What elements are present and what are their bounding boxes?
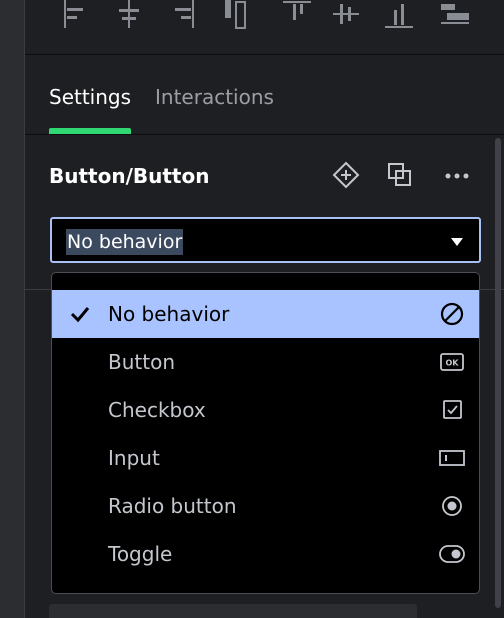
design-panel: Settings Interactions Button/Button No b… [24,0,504,618]
behavior-option-input[interactable]: Input [52,434,479,482]
align-right-icon[interactable] [167,0,199,32]
active-tab-indicator [49,128,131,134]
checkbox-icon [443,400,462,419]
panel-tabs: Settings Interactions [25,56,504,135]
align-left-icon[interactable] [59,0,91,32]
tab-interactions[interactable]: Interactions [155,85,274,109]
component-title: Button/Button [49,164,210,188]
checkmark-icon [70,307,90,323]
no-behavior-icon [440,302,464,326]
option-label: Button [108,350,175,374]
tab-settings[interactable]: Settings [49,85,131,109]
svg-text:OK: OK [446,359,460,368]
detach-icon[interactable] [385,160,415,190]
panel-scrollbar[interactable] [495,138,501,608]
collapsed-section [49,604,417,618]
behavior-select[interactable]: No behavior [50,217,481,263]
toggle-icon [439,545,465,563]
align-top-icon[interactable] [283,0,315,32]
chevron-down-icon [451,238,463,246]
more-icon[interactable] [443,160,473,190]
behavior-option-no-behavior[interactable]: No behavior [52,290,479,338]
option-label: Checkbox [108,398,206,422]
align-vertical-center-icon[interactable] [331,0,363,32]
radio-icon [442,496,462,516]
option-label: Toggle [108,542,173,566]
align-horizontal-center-icon[interactable] [113,0,145,32]
distribute-horizontal-icon[interactable] [221,0,253,32]
behavior-option-toggle[interactable]: Toggle [52,530,479,578]
option-label: No behavior [108,302,230,326]
canvas-edge [0,0,24,618]
distribute-vertical-icon[interactable] [439,0,471,32]
align-bottom-icon[interactable] [383,0,415,32]
button-ok-icon: OK [440,353,464,371]
behavior-select-value: No behavior [66,229,184,255]
behavior-option-radio-button[interactable]: Radio button [52,482,479,530]
input-icon [439,450,465,466]
behavior-dropdown: No behavior Button OK Checkbox Input Rad… [51,272,480,594]
align-toolbar [25,0,504,55]
option-label: Radio button [108,494,237,518]
component-icon[interactable] [331,160,361,190]
option-label: Input [108,446,160,470]
behavior-option-button[interactable]: Button OK [52,338,479,386]
behavior-option-checkbox[interactable]: Checkbox [52,386,479,434]
